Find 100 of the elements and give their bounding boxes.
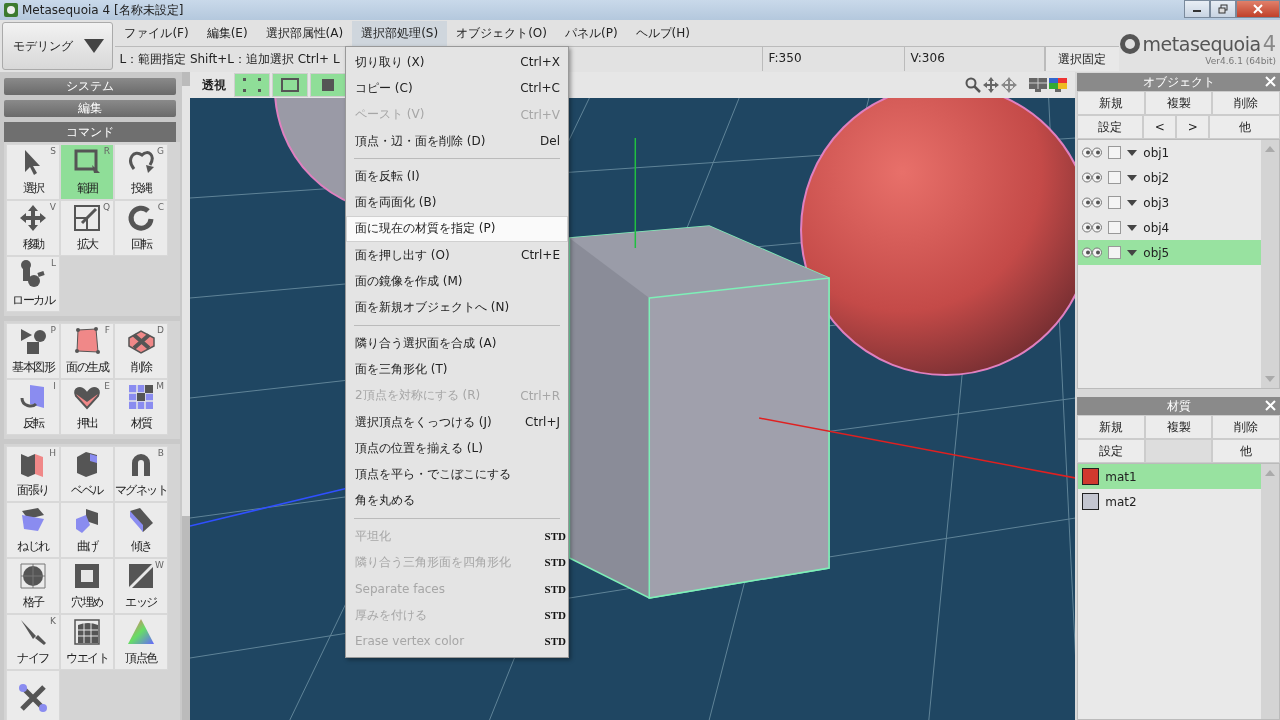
panel-button[interactable]: 削除 — [1212, 415, 1280, 439]
tool-button[interactable]: E 押出 — [60, 379, 114, 435]
material-row[interactable]: mat1 — [1078, 464, 1261, 489]
scrollbar[interactable] — [181, 72, 190, 720]
lock-checkbox[interactable] — [1108, 146, 1122, 159]
expand-caret-icon[interactable] — [1127, 249, 1138, 256]
lock-checkbox[interactable] — [1108, 246, 1122, 259]
tool-button[interactable]: G 投縄 — [114, 144, 168, 200]
tool-button[interactable]: R 範囲 — [60, 144, 114, 200]
tool-button[interactable]: D 削除 — [114, 323, 168, 379]
mode-dropdown[interactable]: モデリング — [2, 22, 114, 70]
tool-button[interactable]: 曲げ — [60, 502, 114, 558]
scrollbar[interactable] — [1261, 464, 1279, 719]
expand-caret-icon[interactable] — [1127, 199, 1138, 206]
menu-option[interactable]: 面を両面化 (B) — [346, 189, 568, 216]
tool-button[interactable]: M 材質 — [114, 379, 168, 435]
expand-caret-icon[interactable] — [1127, 149, 1138, 156]
tool-button[interactable]: V 移動 — [6, 200, 60, 256]
menu-item[interactable]: ヘルプ(H) — [626, 20, 699, 46]
menu-option[interactable]: 面を三角形化 (T) — [346, 356, 568, 383]
menu-option[interactable]: 面の鏡像を作成 (M) — [346, 268, 568, 295]
menu-option[interactable]: 頂点の位置を揃える (L) — [346, 435, 568, 462]
tool-button[interactable]: 穴埋め — [60, 558, 114, 614]
menu-option[interactable]: 面に現在の材質を指定 (P) — [346, 215, 568, 243]
menu-item[interactable]: 編集(E) — [197, 20, 257, 46]
rotate-view-icon[interactable] — [1001, 77, 1018, 93]
panel-button[interactable]: 設定 — [1077, 115, 1144, 139]
menu-option[interactable]: 隣り合う選択面を合成 (A) — [346, 329, 568, 357]
tool-button[interactable]: I 反転 — [6, 379, 60, 435]
object-row[interactable]: obj3 — [1078, 190, 1261, 215]
menu-item[interactable]: パネル(P) — [555, 20, 627, 46]
panel-button[interactable]: 他 — [1209, 115, 1280, 139]
tool-button[interactable] — [6, 670, 60, 720]
menu-option[interactable]: 頂点を平ら・でこぼこにする — [346, 461, 568, 488]
menu-option[interactable]: 頂点・辺・面を削除 (D) Del — [346, 127, 568, 155]
menu-option[interactable]: 面を新規オブジェクトへ (N) — [346, 294, 568, 321]
menu-item[interactable]: 選択部処理(S) — [352, 20, 448, 46]
tool-button[interactable]: H 面張り — [6, 446, 60, 502]
tool-button[interactable]: F 面の生成 — [60, 323, 114, 379]
menu-item[interactable]: 選択部属性(A) — [256, 20, 353, 46]
object-row[interactable]: obj2 — [1078, 165, 1261, 190]
tool-button[interactable]: W エッジ — [114, 558, 168, 614]
close-icon[interactable] — [1265, 76, 1276, 87]
tool-button[interactable]: S 選択 — [6, 144, 60, 200]
panel-button[interactable]: 他 — [1212, 439, 1280, 463]
panel-button[interactable]: 複製 — [1144, 415, 1213, 439]
close-button[interactable] — [1236, 0, 1280, 18]
edit-button[interactable]: 編集 — [4, 100, 176, 117]
tool-button[interactable]: C 回転 — [114, 200, 168, 256]
lock-checkbox[interactable] — [1108, 196, 1122, 209]
tool-button[interactable]: K ナイフ — [6, 614, 60, 670]
search-icon[interactable] — [965, 77, 982, 93]
panel-button[interactable]: < — [1143, 115, 1177, 139]
tool-button[interactable]: 傾き — [114, 502, 168, 558]
pan-icon[interactable] — [983, 77, 1000, 93]
layout-icon[interactable] — [1029, 78, 1048, 92]
tool-button[interactable]: ウエイト — [60, 614, 114, 670]
menu-item[interactable]: オブジェクト(O) — [447, 20, 556, 46]
menu-option[interactable]: 面を押し出す (O) Ctrl+E — [346, 242, 568, 269]
lock-checkbox[interactable] — [1108, 221, 1122, 234]
object-row[interactable]: obj1 — [1078, 140, 1261, 165]
panel-button[interactable]: 新規 — [1077, 91, 1145, 115]
minimize-button[interactable] — [1184, 0, 1210, 18]
tool-button[interactable]: Q 拡大 — [60, 200, 114, 256]
expand-caret-icon[interactable] — [1127, 174, 1138, 181]
visibility-icon[interactable] — [1082, 247, 1103, 258]
select-mode-button[interactable] — [233, 73, 270, 97]
menu-item[interactable]: ファイル(F) — [115, 20, 198, 46]
system-button[interactable]: システム — [4, 78, 176, 95]
lock-checkbox[interactable] — [1108, 171, 1122, 184]
select-mode-button[interactable] — [271, 73, 308, 97]
expand-caret-icon[interactable] — [1127, 224, 1138, 231]
tool-button[interactable]: L ローカル — [6, 256, 60, 312]
panel-button[interactable]: 設定 — [1077, 439, 1145, 463]
tool-button[interactable]: ねじれ — [6, 502, 60, 558]
color-display-icon[interactable] — [1049, 78, 1068, 92]
material-row[interactable]: mat2 — [1078, 489, 1261, 514]
selection-lock-button[interactable]: 選択固定 — [1044, 47, 1119, 71]
menu-option[interactable]: 選択頂点をくっつける (J) Ctrl+J — [346, 408, 568, 436]
object-row[interactable]: obj4 — [1078, 215, 1261, 240]
tool-button[interactable]: 格子 — [6, 558, 60, 614]
panel-button[interactable]: 複製 — [1144, 91, 1213, 115]
object-row[interactable]: obj5 — [1078, 240, 1261, 265]
menu-option[interactable]: 面を反転 (I) — [346, 163, 568, 190]
menu-option[interactable]: コピー (C) Ctrl+C — [346, 75, 568, 102]
view-tab[interactable]: 透視 — [195, 73, 232, 97]
tool-button[interactable]: P 基本図形 — [6, 323, 60, 379]
tool-button[interactable]: B マグネット — [114, 446, 168, 502]
select-mode-button[interactable] — [309, 73, 346, 97]
visibility-icon[interactable] — [1082, 222, 1103, 233]
restore-button[interactable] — [1210, 0, 1236, 18]
panel-button[interactable]: 削除 — [1212, 91, 1280, 115]
panel-button[interactable]: 新規 — [1077, 415, 1145, 439]
tool-button[interactable]: ベベル — [60, 446, 114, 502]
menu-option[interactable]: 角を丸める — [346, 487, 568, 515]
visibility-icon[interactable] — [1082, 197, 1103, 208]
panel-button[interactable]: > — [1176, 115, 1210, 139]
visibility-icon[interactable] — [1082, 172, 1103, 183]
close-icon[interactable] — [1265, 400, 1276, 411]
visibility-icon[interactable] — [1082, 147, 1103, 158]
